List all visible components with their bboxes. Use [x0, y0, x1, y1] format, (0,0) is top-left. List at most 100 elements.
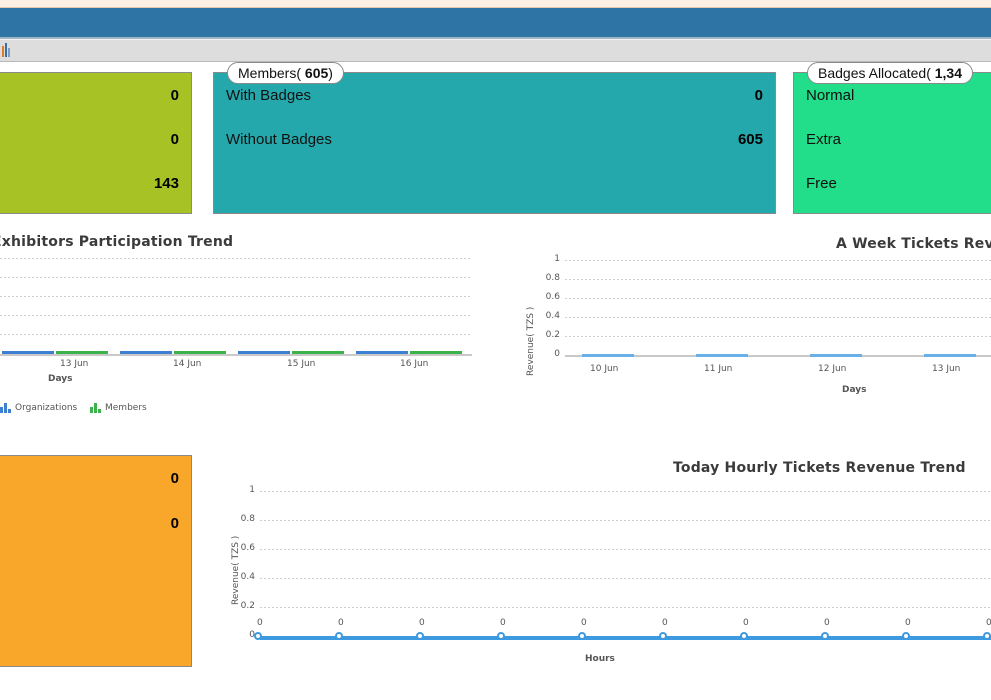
chart-x-tick-label: 13 Jun: [60, 359, 88, 369]
chart-y-tick-label: 1: [538, 254, 560, 264]
chart-bar-organizations: [356, 351, 408, 354]
chart-x-tick-label: 12 Jun: [818, 364, 846, 374]
chart-gridline: [0, 277, 472, 278]
chart-y-tick-label: 0.4: [538, 311, 560, 321]
kpi-row-label: Extra: [806, 127, 841, 153]
chart-gridline: [260, 607, 991, 608]
chart-x-tick-label: 15 Jun: [287, 359, 315, 369]
kpi-row-value: 0: [171, 83, 179, 109]
kpi-row: 0: [1, 83, 179, 127]
chart-data-point-label: 0: [500, 618, 506, 628]
chart-gridline: [565, 298, 991, 299]
chart-gridline: [565, 317, 991, 318]
bar-chart-icon[interactable]: [2, 43, 11, 57]
chart-bar-members: [56, 351, 108, 354]
chart-gridline: [260, 520, 991, 521]
chart-data-point: [335, 632, 343, 640]
chart-gridline: [0, 258, 472, 259]
kpi-card-badges-rows: Normal Extra Free: [794, 73, 991, 213]
kpi-row-label: Normal: [806, 83, 854, 109]
toolbar[interactable]: [0, 39, 991, 62]
kpi-row-value: 0: [171, 127, 179, 153]
kpi-card-exhibitors[interactable]: 0 0 143: [0, 72, 192, 214]
app-header-bar: [0, 8, 991, 37]
chart-gridline: [260, 549, 991, 550]
kpi-row: With Badges 0: [226, 83, 763, 127]
chart-y-tick-label: 0.6: [538, 292, 560, 302]
chart-data-point: [497, 632, 505, 640]
chart-data-point-label: 0: [419, 618, 425, 628]
chart-data-point: [821, 632, 829, 640]
chart-series-line: [260, 636, 991, 640]
kpi-row-value: 0: [755, 83, 763, 109]
chart-bar-organizations: [120, 351, 172, 354]
kpi-row: Without Badges 605: [226, 127, 763, 171]
chart-data-point: [416, 632, 424, 640]
kpi-card-revenue[interactable]: 0 0: [0, 455, 192, 667]
kpi-card-exhibitors-rows: 0 0 143: [0, 73, 191, 213]
chart-data-point: [983, 632, 991, 640]
chart-data-point-label: 0: [257, 618, 263, 628]
chart-a-week-tickets-revenue-trend[interactable]: A Week Tickets Reven Revenue( TZS ) 00.2…: [500, 226, 991, 426]
chart-data-point: [254, 632, 262, 640]
chart-title: Today Hourly Tickets Revenue Trend: [673, 460, 966, 476]
kpi-row: Free: [806, 171, 991, 215]
chart-gridline: [260, 491, 991, 492]
kpi-row-value: 143: [154, 171, 179, 197]
chart-axis-line: [0, 354, 472, 356]
kpi-card-badges-allocated[interactable]: Badges Allocated( 1,34 Normal Extra Free: [793, 72, 991, 214]
kpi-row: 0: [1, 127, 179, 171]
kpi-row-label: Without Badges: [226, 127, 332, 153]
chart-data-point-label: 0: [581, 618, 587, 628]
chart-bar-members: [174, 351, 226, 354]
chart-series-segment: [582, 354, 634, 357]
chart-bar-organizations: [238, 351, 290, 354]
chart-x-tick-label: 14 Jun: [173, 359, 201, 369]
chart-gridline: [0, 315, 472, 316]
chart-y-tick-label: 0.8: [233, 514, 255, 524]
kpi-row-value: 605: [738, 127, 763, 153]
chart-title: Exhibitors Participation Trend: [0, 234, 233, 250]
kpi-card-revenue-rows: 0 0: [0, 456, 191, 666]
kpi-row-label: With Badges: [226, 83, 311, 109]
kpi-row: 0: [1, 511, 179, 556]
chart-exhibitors-participation-trend[interactable]: Exhibitors Participation Trend 13 Jun 14 …: [0, 226, 480, 426]
kpi-card-members-rows: With Badges 0 Without Badges 605: [214, 73, 775, 213]
bar-chart-icon: [0, 403, 11, 413]
chart-data-point-label: 0: [743, 618, 749, 628]
chart-y-tick-label: 0: [538, 349, 560, 359]
chart-gridline: [0, 296, 472, 297]
chart-series-segment: [810, 354, 862, 357]
chart-x-tick-label: 11 Jun: [704, 364, 732, 374]
chart-data-point-label: 0: [986, 618, 991, 628]
chart-y-tick-label: 0.2: [233, 601, 255, 611]
chart-gridline: [565, 260, 991, 261]
chart-gridline: [0, 334, 472, 335]
kpi-row-label: Free: [806, 171, 837, 197]
chart-today-hourly-tickets-revenue-trend[interactable]: Today Hourly Tickets Revenue Trend Reven…: [215, 450, 991, 680]
dashboard-page: 0 0 143 Members( 605) With Badges: [0, 0, 991, 700]
chart-x-tick-label: 16 Jun: [400, 359, 428, 369]
chart-y-tick-label: 0.6: [233, 543, 255, 553]
chart-y-tick-label: 0.8: [538, 273, 560, 283]
chart-y-tick-label: 0: [233, 630, 255, 640]
chart-xaxis-label: Days: [48, 374, 73, 384]
chart-data-point-label: 0: [338, 618, 344, 628]
chart-bar-organizations: [2, 351, 54, 354]
chart-x-tick-label: 13 Jun: [932, 364, 960, 374]
kpi-row: Extra: [806, 127, 991, 171]
chart-y-tick-label: 0.4: [233, 572, 255, 582]
chart-series-segment: [924, 354, 976, 357]
kpi-card-members[interactable]: Members( 605) With Badges 0 Without Badg…: [213, 72, 776, 214]
chart-gridline: [260, 578, 991, 579]
chart-data-point-label: 0: [824, 618, 830, 628]
chart-series-segment: [696, 354, 748, 357]
bar-chart-icon: [90, 403, 101, 413]
chart-data-point: [578, 632, 586, 640]
kpi-row-value: 0: [171, 511, 179, 537]
chart-xaxis-label: Hours: [585, 654, 615, 664]
chart-data-point: [740, 632, 748, 640]
chart-title: A Week Tickets Reven: [836, 236, 991, 252]
chart-data-point: [659, 632, 667, 640]
chart-bar-members: [292, 351, 344, 354]
